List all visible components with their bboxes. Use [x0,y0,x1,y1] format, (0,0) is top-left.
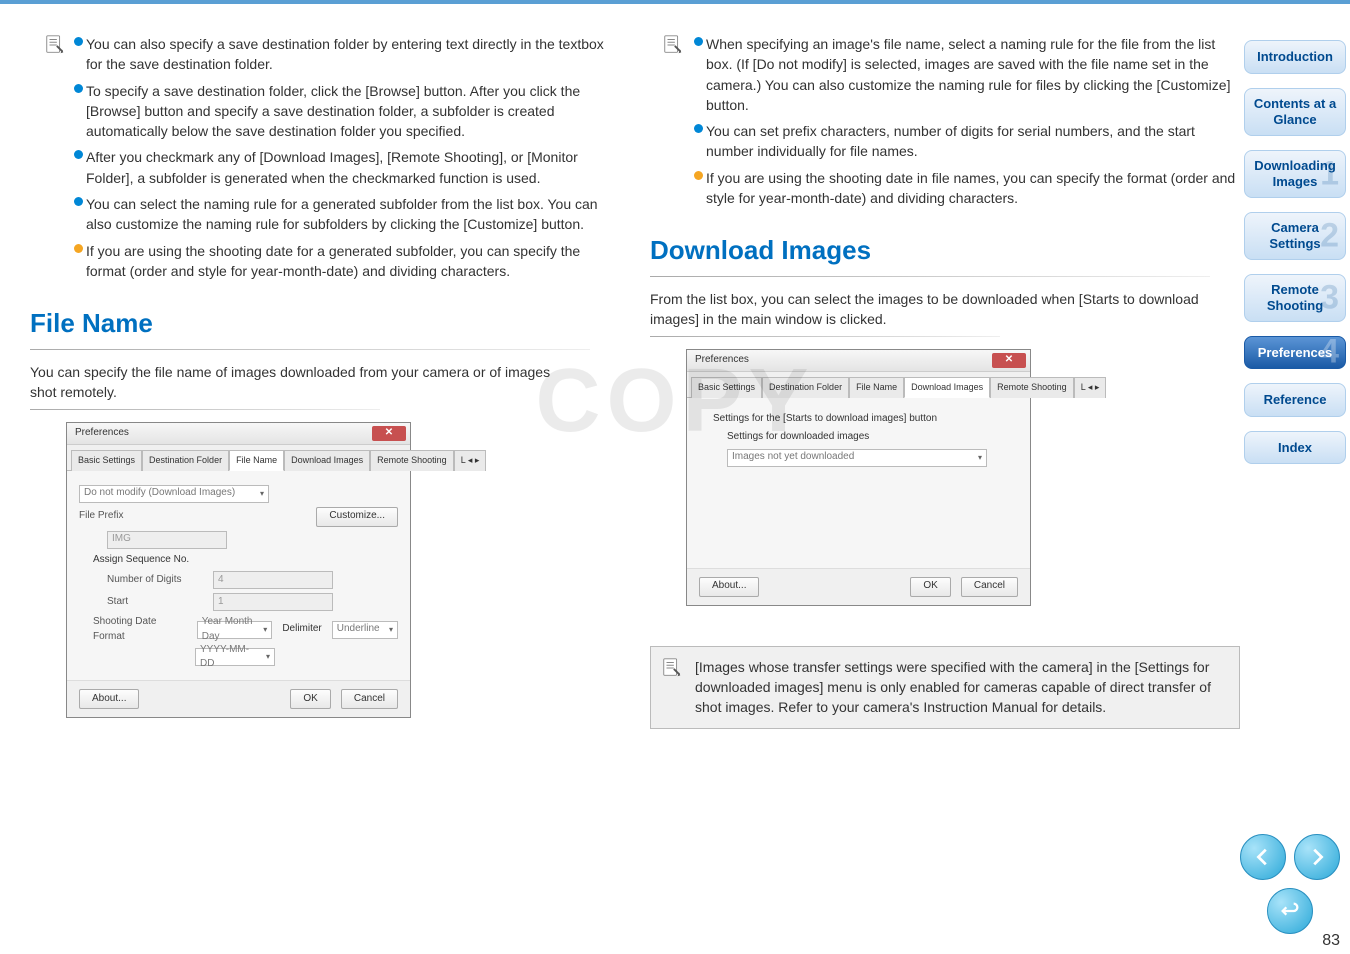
tab-remote-shooting[interactable]: Remote Shooting [370,450,454,471]
nav-reference[interactable]: Reference [1244,383,1346,417]
tab-remote-shooting[interactable]: Remote Shooting [990,377,1074,398]
tab-destination-folder[interactable]: Destination Folder [142,450,229,471]
chapter-number: 1 [1320,153,1339,194]
preferences-dialog-file-name: Preferences ✕ Basic Settings Destination… [66,422,411,719]
bullet-text: To specify a save destination folder, cl… [86,81,620,142]
num-digits-input[interactable]: 4 [213,571,333,589]
divider [650,336,1000,337]
dialog-tabs: Basic Settings Destination Folder File N… [67,445,410,471]
cancel-button[interactable]: Cancel [961,577,1018,597]
page-controls [1240,834,1340,934]
tab-destination-folder[interactable]: Destination Folder [762,377,849,398]
bullet-dot [74,150,83,159]
dialog-title: Preferences [695,353,749,368]
bullet-text: If you are using the shooting date for a… [86,241,620,282]
nav-downloading-images[interactable]: Downloading Images1 [1244,150,1346,198]
bullet-dot [694,171,703,180]
close-icon[interactable]: ✕ [372,426,406,441]
tab-file-name[interactable]: File Name [849,377,904,398]
bullet-dot [74,244,83,253]
customize-button[interactable]: Customize... [316,507,398,527]
bullet-dot [74,37,83,46]
file-name-desc: You can specify the file name of images … [30,362,620,403]
start-input[interactable]: 1 [213,593,333,611]
bullet-text: After you checkmark any of [Download Ima… [86,147,620,188]
divider [30,409,380,410]
info-note-text: [Images whose transfer settings were spe… [695,659,1211,716]
nav-index[interactable]: Index [1244,431,1346,465]
preferences-dialog-download-images: Preferences ✕ Basic Settings Destination… [686,349,1031,606]
page-number: 83 [1322,929,1340,952]
bullet-text: You can select the naming rule for a gen… [86,194,620,235]
tab-basic-settings[interactable]: Basic Settings [71,450,142,471]
divider [30,349,590,350]
about-button[interactable]: About... [79,689,139,709]
chapter-number: 2 [1320,215,1339,256]
file-prefix-label: File Prefix [79,509,179,524]
divider [650,276,1210,277]
cancel-button[interactable]: Cancel [341,689,398,709]
about-button[interactable]: About... [699,577,759,597]
downloaded-images-dropdown[interactable]: Images not yet downloaded [727,449,987,467]
assign-sequence-label: Assign Sequence No. [93,553,189,568]
tab-file-name[interactable]: File Name [229,450,284,471]
settings-downloaded-label: Settings for downloaded images [727,430,869,445]
file-name-heading: File Name [30,305,620,343]
bullet-dot [694,37,703,46]
sidebar-nav: Introduction Contents at a Glance Downlo… [1240,40,1350,464]
bullet-text: You can also specify a save destination … [86,34,620,75]
download-images-heading: Download Images [650,232,1240,270]
shooting-date-label: Shooting Date Format [93,615,187,644]
prev-page-button[interactable] [1240,834,1286,880]
num-digits-label: Number of Digits [107,573,207,588]
file-prefix-input[interactable]: IMG [107,531,227,549]
start-label: Start [107,595,207,610]
chapter-number: 4 [1320,332,1339,373]
close-icon[interactable]: ✕ [992,353,1026,368]
bullet-dot [74,197,83,206]
bullet-text: When specifying an image's file name, se… [706,34,1240,115]
settings-starts-label: Settings for the [Starts to download ima… [713,412,937,427]
shooting-date-format-dropdown[interactable]: YYYY-MM-DD [195,648,275,666]
dialog-tabs: Basic Settings Destination Folder File N… [687,372,1030,398]
nav-introduction[interactable]: Introduction [1244,40,1346,74]
bullet-text: If you are using the shooting date in fi… [706,168,1240,209]
bullet-dot [694,124,703,133]
tab-overflow[interactable]: L ◂ ▸ [1074,377,1107,398]
tab-basic-settings[interactable]: Basic Settings [691,377,762,398]
bullet-text: You can set prefix characters, number of… [706,121,1240,162]
nav-remote-shooting[interactable]: Remote Shooting3 [1244,274,1346,322]
ok-button[interactable]: OK [910,577,950,597]
dialog-title: Preferences [75,426,129,441]
tab-download-images[interactable]: Download Images [284,450,370,471]
shooting-date-order-dropdown[interactable]: Year Month Day [197,621,273,639]
bullet-dot [74,84,83,93]
info-note-box: [Images whose transfer settings were spe… [650,646,1240,729]
nav-camera-settings[interactable]: Camera Settings2 [1244,212,1346,260]
next-page-button[interactable] [1294,834,1340,880]
chapter-number: 3 [1320,277,1339,318]
return-button[interactable] [1267,888,1313,934]
note-icon [661,657,683,679]
download-images-desc: From the list box, you can select the im… [650,289,1240,330]
delimiter-dropdown[interactable]: Underline [332,621,398,639]
nav-contents[interactable]: Contents at a Glance [1244,88,1346,136]
tab-overflow[interactable]: L ◂ ▸ [454,450,487,471]
nav-preferences[interactable]: Preferences4 [1244,336,1346,370]
delimiter-label: Delimiter [282,622,321,637]
tab-download-images[interactable]: Download Images [904,377,990,398]
ok-button[interactable]: OK [290,689,330,709]
naming-rule-dropdown[interactable]: Do not modify (Download Images) [79,485,269,503]
